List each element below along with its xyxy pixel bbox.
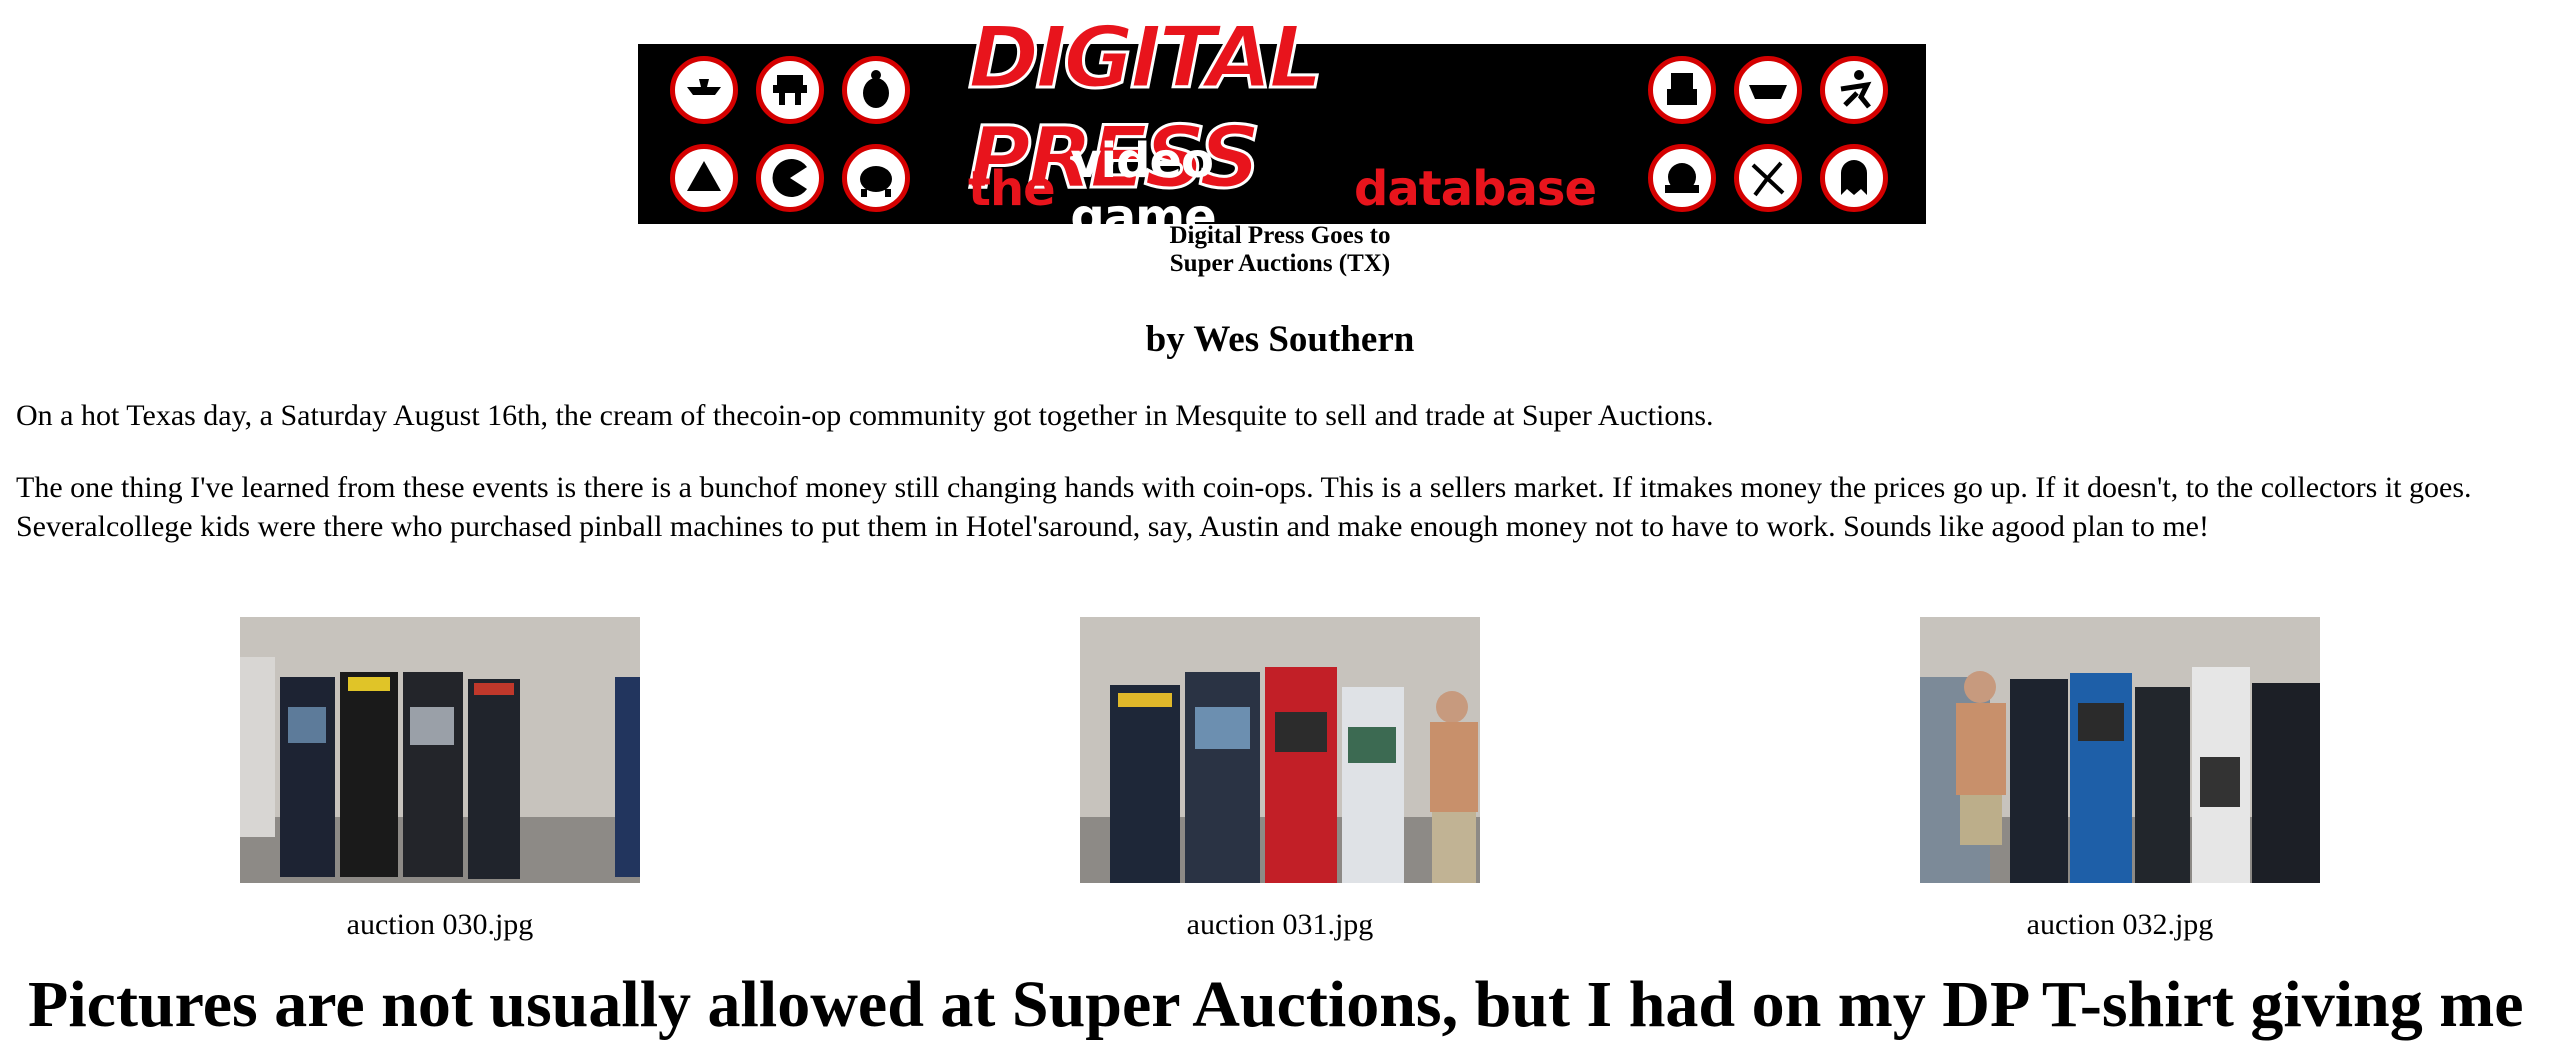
photo-auction-032[interactable] bbox=[1920, 617, 2320, 883]
paragraph-intro: On a hot Texas day, a Saturday August 16… bbox=[16, 399, 1714, 432]
logo-sub-database: database bbox=[1354, 161, 1597, 217]
article-title: Digital Press Goes to Super Auctions (TX… bbox=[0, 222, 2560, 278]
article-byline: by Wes Southern bbox=[1145, 319, 1415, 360]
monster-icon bbox=[1648, 144, 1716, 212]
photo-caption-031: auction 031.jpg bbox=[1186, 908, 1374, 941]
photo-auction-031[interactable] bbox=[1080, 617, 1480, 883]
logo-sub-the: the bbox=[968, 161, 1056, 217]
crab-invader-icon bbox=[1734, 56, 1802, 124]
article-title-line1: Digital Press Goes to bbox=[1169, 222, 1391, 249]
stick-figure-icon bbox=[1734, 144, 1802, 212]
site-banner[interactable]: DIGITAL PRESS the video game database bbox=[638, 7, 1926, 245]
logo-subtitle: the video game database bbox=[968, 133, 1597, 245]
article-title-line2: Super Auctions (TX) bbox=[1169, 250, 1391, 277]
large-heading-text: Pictures are not usually allowed at Supe… bbox=[28, 968, 2524, 1041]
photo-auction-030[interactable] bbox=[240, 617, 640, 883]
paragraph-market: The one thing I've learned from these ev… bbox=[16, 471, 2472, 543]
space-invader-icon bbox=[756, 56, 824, 124]
photo-caption-030: auction 030.jpg bbox=[346, 908, 534, 941]
runner-icon bbox=[1820, 56, 1888, 124]
bug-icon bbox=[842, 56, 910, 124]
spaceship-icon bbox=[670, 144, 738, 212]
ghost-icon bbox=[1820, 144, 1888, 212]
robot-icon bbox=[1648, 56, 1716, 124]
arcade-ship-icon bbox=[670, 56, 738, 124]
pacman-icon bbox=[756, 144, 824, 212]
alien-icon bbox=[842, 144, 910, 212]
photo-caption-032: auction 032.jpg bbox=[2026, 908, 2214, 941]
